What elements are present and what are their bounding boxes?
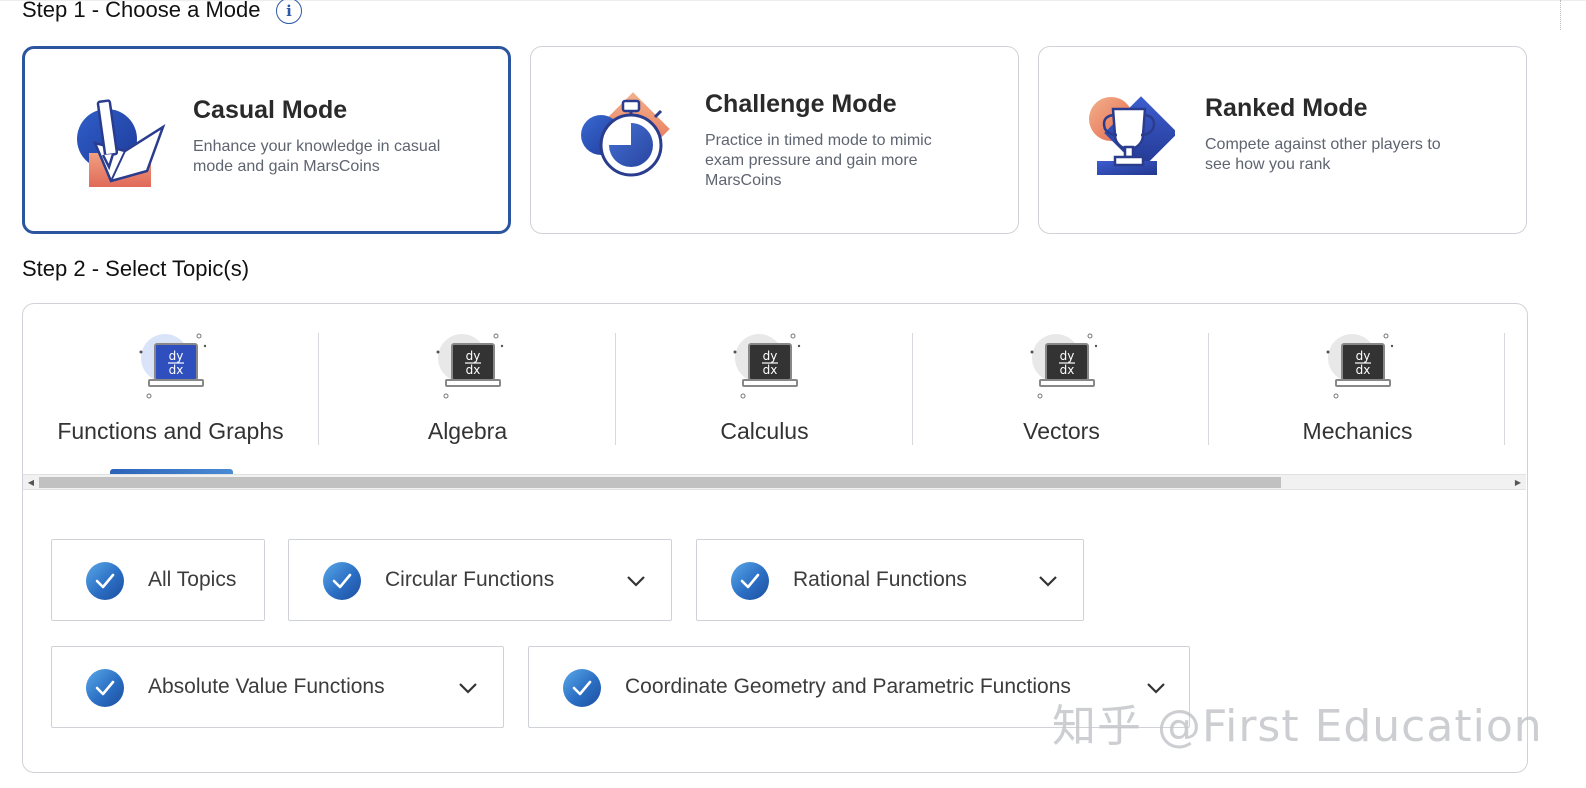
tab-algebra[interactable]: dy dx Algebra — [319, 330, 616, 450]
chip-label: All Topics — [148, 568, 237, 591]
subtopic-chip-rational-functions[interactable]: Rational Functions — [696, 539, 1084, 621]
derivative-laptop-icon: dy dx — [1030, 333, 1097, 399]
chip-label: Circular Functions — [385, 568, 555, 591]
scroll-right-icon[interactable]: ▶ — [1511, 476, 1525, 489]
tab-divider — [1504, 333, 1505, 445]
tab-label: Mechanics — [1302, 418, 1413, 444]
scrollbar-thumb[interactable] — [39, 477, 1281, 488]
svg-text:dy: dy — [1059, 349, 1074, 363]
horizontal-scrollbar[interactable]: ◀ ▶ — [23, 474, 1526, 490]
chevron-down-icon[interactable] — [457, 677, 479, 699]
tab-calculus[interactable]: dy dx Calculus — [616, 330, 913, 450]
svg-text:dy: dy — [1355, 349, 1370, 363]
chevron-down-icon[interactable] — [1037, 570, 1059, 592]
svg-text:dx: dx — [1059, 363, 1074, 377]
trophy-icon — [1089, 96, 1175, 175]
svg-text:dx: dx — [1355, 363, 1370, 377]
step2-heading: Step 2 - Select Topic(s) — [22, 256, 250, 281]
mode-description: Practice in timed mode to mimic exam pre… — [705, 132, 932, 189]
tab-mechanics[interactable]: dy dx Mechanics — [1209, 330, 1506, 450]
checkmark-icon[interactable] — [323, 562, 361, 600]
mode-title: Challenge Mode — [705, 90, 897, 118]
tab-label: Calculus — [720, 418, 809, 444]
tab-label: Vectors — [1023, 418, 1100, 444]
tab-vectors[interactable]: dy dx Vectors — [913, 330, 1210, 450]
mode-card-casual[interactable]: Casual Mode Enhance your knowledge in ca… — [22, 46, 511, 234]
svg-text:dy: dy — [168, 349, 183, 363]
checkmark-icon[interactable] — [731, 562, 769, 600]
derivative-laptop-icon: dy dx — [139, 333, 206, 399]
tab-label: Functions and Graphs — [57, 418, 284, 444]
chip-label: Coordinate Geometry and Parametric Funct… — [625, 675, 1071, 698]
mode-description: Enhance your knowledge in casual mode an… — [193, 138, 441, 175]
chevron-down-icon[interactable] — [625, 570, 647, 592]
tab-label: Algebra — [427, 418, 508, 444]
window-edge-dots — [1560, 0, 1563, 30]
tab-functions-and-graphs[interactable]: dy dx Functions and Graphs — [22, 330, 319, 450]
svg-text:dy: dy — [762, 349, 777, 363]
chip-label: Absolute Value Functions — [148, 675, 385, 698]
step1-heading: Step 1 - Choose a Mode — [22, 0, 260, 23]
derivative-laptop-icon: dy dx — [733, 333, 800, 399]
checkmark-icon[interactable] — [86, 669, 124, 707]
scroll-left-icon[interactable]: ◀ — [24, 476, 38, 489]
subtopic-chip-absolute-value-functions[interactable]: Absolute Value Functions — [51, 646, 504, 728]
stopwatch-icon — [581, 92, 670, 177]
subtopic-chip-all-topics[interactable]: All Topics — [51, 539, 265, 621]
svg-text:dx: dx — [762, 363, 777, 377]
book-pencil-icon — [77, 99, 166, 187]
info-icon[interactable]: i — [276, 0, 302, 24]
mode-description: Compete against other players to see how… — [1205, 136, 1441, 173]
mode-card-challenge[interactable]: Challenge Mode Practice in timed mode to… — [530, 46, 1019, 234]
mode-title: Ranked Mode — [1205, 94, 1368, 122]
subtopic-chip-circular-functions[interactable]: Circular Functions — [288, 539, 672, 621]
derivative-laptop-icon: dy dx — [436, 333, 503, 399]
mode-title: Casual Mode — [193, 96, 348, 124]
checkmark-icon[interactable] — [86, 562, 124, 600]
svg-text:dx: dx — [465, 363, 480, 377]
checkmark-icon[interactable] — [563, 669, 601, 707]
watermark: 知乎 @First Education — [1052, 701, 1543, 752]
chip-label: Rational Functions — [793, 568, 967, 591]
mode-card-ranked[interactable]: Ranked Mode Compete against other player… — [1038, 46, 1527, 234]
step1-heading-text: Step 1 - Choose a Mode — [22, 0, 261, 22]
svg-text:dx: dx — [168, 363, 183, 377]
svg-text:dy: dy — [465, 349, 480, 363]
derivative-laptop-icon: dy dx — [1326, 333, 1393, 399]
